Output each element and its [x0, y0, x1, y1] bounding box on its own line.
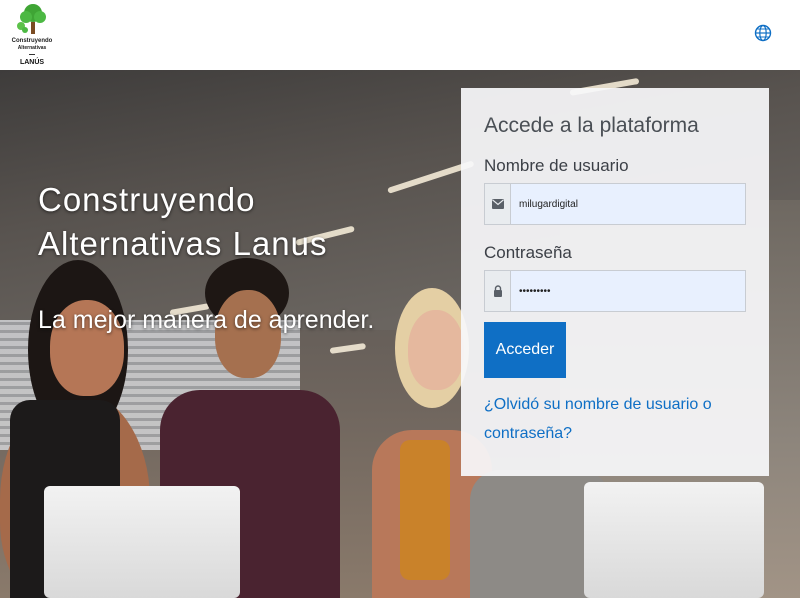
person-right-face [408, 310, 464, 390]
envelope-icon [485, 184, 511, 224]
tree-logo-icon [17, 4, 46, 34]
logo-divider [29, 54, 35, 55]
logo-text-line2: Alternativas [17, 45, 47, 51]
login-heading: Accede a la plataforma [484, 114, 699, 137]
username-field[interactable] [484, 183, 746, 225]
hero-title: Construyendo Alternativas Lanus [38, 181, 328, 262]
globe-icon[interactable] [754, 24, 772, 42]
top-navbar: Construyendo Alternativas LANÚS [0, 0, 800, 70]
forgot-credentials-link[interactable]: ¿Olvidó su nombre de usuario o contraseñ… [484, 390, 724, 448]
logo-text-line1: Construyendo [11, 38, 53, 44]
ceiling-light [329, 343, 367, 354]
username-label: Nombre de usuario [484, 156, 629, 175]
lock-icon [485, 271, 511, 311]
password-input[interactable] [519, 271, 739, 311]
login-button[interactable]: Acceder [484, 322, 566, 378]
hero-subtitle: La mejor manera de aprender. [38, 306, 375, 334]
password-label: Contraseña [484, 243, 572, 262]
person-right-top [400, 440, 450, 580]
password-field[interactable] [484, 270, 746, 312]
logo-text-line3: LANÚS [19, 59, 45, 66]
login-card: Accede a la plataforma Nombre de usuario… [461, 88, 769, 476]
laptop-right [584, 482, 764, 598]
laptop-left [44, 486, 240, 598]
site-logo[interactable]: Construyendo Alternativas LANÚS [10, 2, 54, 66]
username-input[interactable] [519, 184, 739, 224]
